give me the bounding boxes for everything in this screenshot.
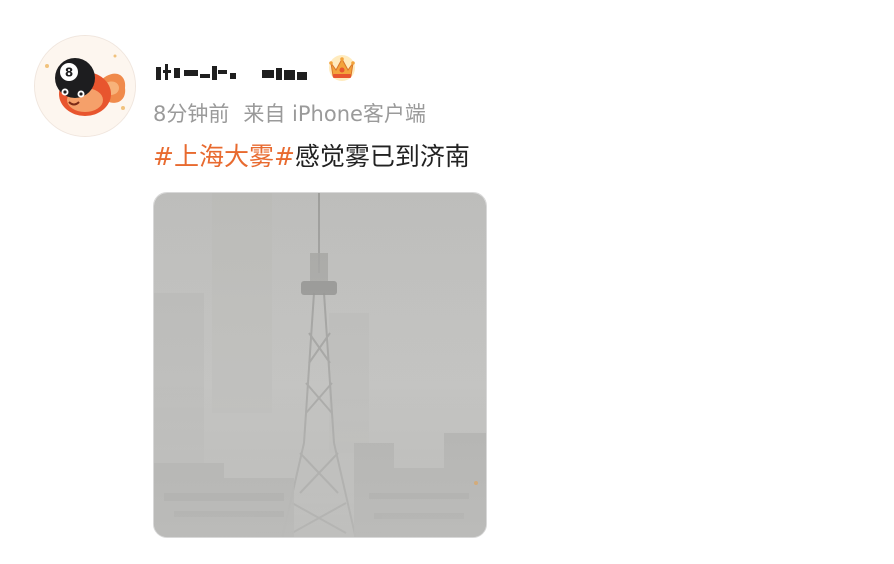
svg-text:8: 8 bbox=[65, 66, 73, 80]
weibo-post: 8 8分钟前 来自 iPhone客户端 #上海大雾#感觉雾已到济南 bbox=[0, 0, 894, 564]
post-text: #上海大雾#感觉雾已到济南 bbox=[153, 140, 470, 174]
crown-icon[interactable] bbox=[326, 52, 358, 82]
post-body-text: 感觉雾已到济南 bbox=[294, 142, 470, 171]
post-source[interactable]: 来自 iPhone客户端 bbox=[243, 102, 426, 126]
obscured-username-mark bbox=[156, 64, 307, 80]
post-time: 8分钟前 bbox=[153, 102, 230, 126]
avatar[interactable]: 8 bbox=[34, 35, 136, 137]
post-photo[interactable] bbox=[153, 192, 487, 538]
hashtag-link[interactable]: #上海大雾# bbox=[153, 142, 295, 171]
foggy-city-tv-tower-image bbox=[154, 193, 486, 537]
post-meta: 8分钟前 来自 iPhone客户端 bbox=[153, 100, 426, 128]
username[interactable] bbox=[154, 58, 314, 86]
billiard-8-ball-fish-icon: 8 bbox=[35, 36, 135, 136]
